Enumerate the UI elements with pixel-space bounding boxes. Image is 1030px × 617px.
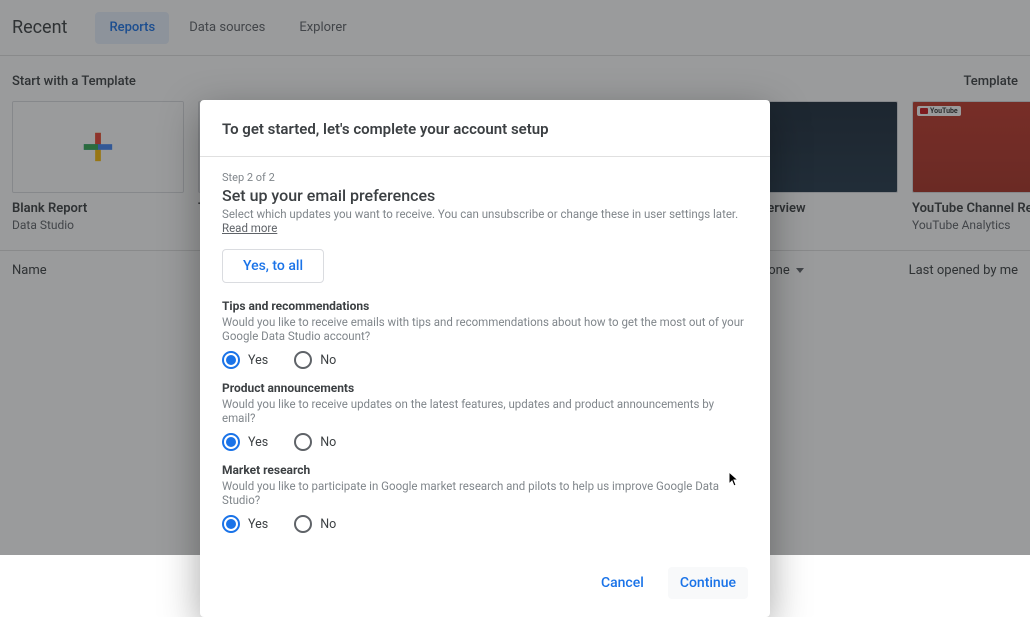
continue-button[interactable]: Continue	[668, 567, 748, 599]
radio-label: No	[320, 435, 336, 450]
section-desc: Would you like to receive emails with ti…	[222, 315, 748, 343]
read-more-link[interactable]: Read more	[222, 221, 277, 235]
radio-group-tips: Yes No	[222, 351, 748, 369]
radio-tips-no[interactable]: No	[294, 351, 336, 369]
cancel-button[interactable]: Cancel	[589, 567, 656, 599]
radio-label: Yes	[248, 517, 268, 532]
radio-product-no[interactable]: No	[294, 433, 336, 451]
section-market: Market research Would you like to partic…	[222, 463, 748, 533]
radio-icon	[294, 515, 312, 533]
modal-heading: Set up your email preferences	[222, 186, 748, 205]
radio-label: Yes	[248, 435, 268, 450]
yes-to-all-button[interactable]: Yes, to all	[222, 249, 324, 283]
step-indicator: Step 2 of 2	[222, 171, 748, 184]
radio-product-yes[interactable]: Yes	[222, 433, 268, 451]
section-desc: Would you like to participate in Google …	[222, 479, 748, 507]
radio-icon	[294, 351, 312, 369]
radio-market-no[interactable]: No	[294, 515, 336, 533]
modal-actions: Cancel Continue	[200, 549, 770, 617]
section-title: Market research	[222, 463, 748, 477]
section-product: Product announcements Would you like to …	[222, 381, 748, 451]
section-title: Tips and recommendations	[222, 299, 748, 313]
radio-icon	[222, 515, 240, 533]
section-desc: Would you like to receive updates on the…	[222, 397, 748, 425]
modal-subtitle-text: Select which updates you want to receive…	[222, 207, 738, 221]
radio-icon	[222, 433, 240, 451]
radio-label: No	[320, 517, 336, 532]
radio-group-product: Yes No	[222, 433, 748, 451]
radio-label: Yes	[248, 353, 268, 368]
radio-market-yes[interactable]: Yes	[222, 515, 268, 533]
section-title: Product announcements	[222, 381, 748, 395]
radio-icon	[294, 433, 312, 451]
account-setup-modal: To get started, let's complete your acco…	[200, 100, 770, 617]
section-tips: Tips and recommendations Would you like …	[222, 299, 748, 369]
modal-subtitle: Select which updates you want to receive…	[222, 207, 748, 235]
radio-group-market: Yes No	[222, 515, 748, 533]
modal-title: To get started, let's complete your acco…	[200, 100, 770, 157]
radio-tips-yes[interactable]: Yes	[222, 351, 268, 369]
radio-icon	[222, 351, 240, 369]
radio-label: No	[320, 353, 336, 368]
